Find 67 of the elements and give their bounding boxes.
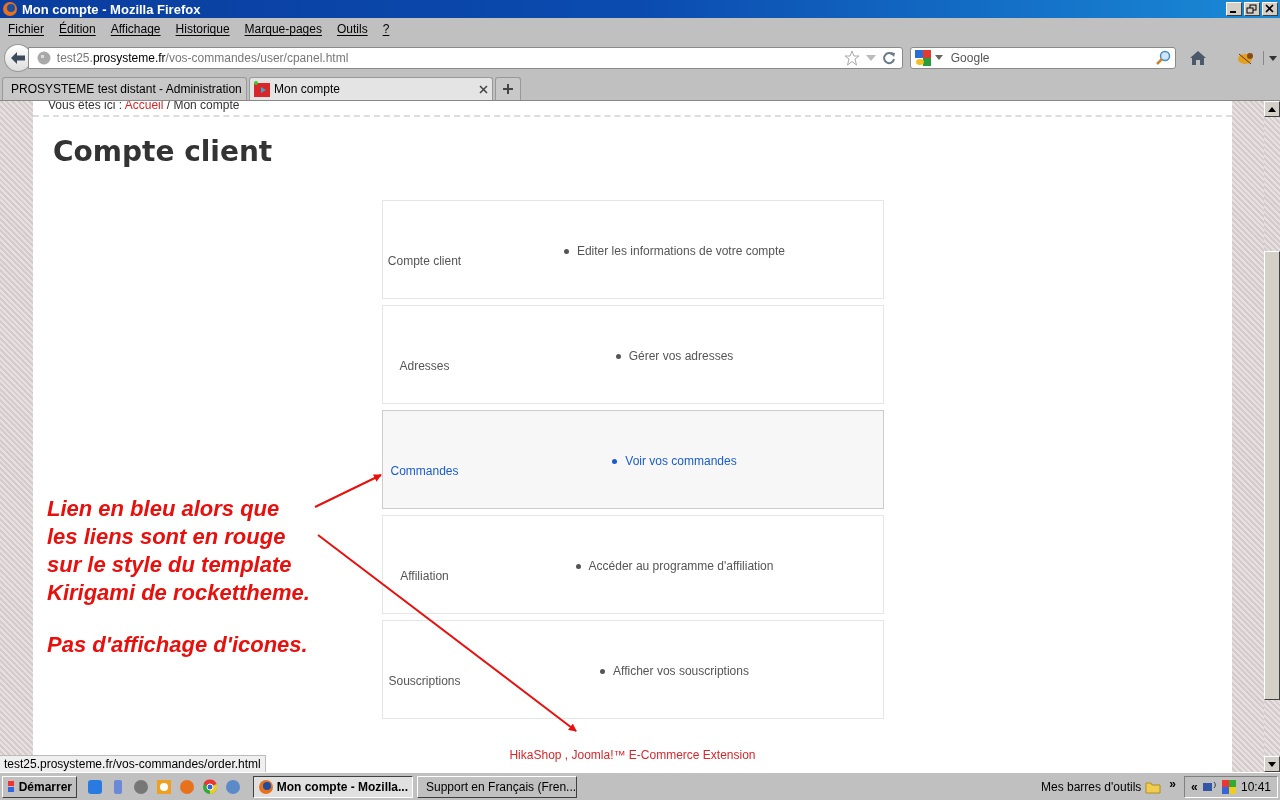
start-button[interactable]: Démarrer (2, 775, 77, 798)
card-label[interactable]: Souscriptions (388, 674, 461, 718)
tray-chevron[interactable]: « (1191, 779, 1198, 794)
minimize-button[interactable] (1226, 2, 1242, 16)
caret-icon[interactable] (934, 55, 943, 61)
account-link[interactable]: Voir vos commandes (612, 454, 737, 469)
back-arrow-icon (9, 51, 26, 65)
card-label[interactable]: Affiliation (400, 569, 449, 613)
card-label[interactable]: Commandes (390, 464, 459, 508)
menu-item[interactable]: ? (382, 22, 390, 36)
scroll-down-button[interactable] (1264, 756, 1280, 772)
mail-app-icon[interactable] (156, 778, 172, 795)
windows-logo-icon (7, 779, 15, 794)
menu-item[interactable]: Historique (175, 22, 230, 36)
site-icon (254, 81, 270, 97)
dropdown-arrow-icon[interactable] (1263, 51, 1280, 65)
scrollbar-thumb[interactable] (1264, 251, 1280, 700)
clock: 10:41 (1240, 779, 1271, 794)
minimize-icon (1230, 11, 1236, 13)
search-placeholder: Google (950, 51, 991, 65)
restore-button[interactable] (1244, 2, 1260, 16)
account-link[interactable]: Accéder au programme d'affiliation (575, 559, 774, 574)
down-arrow-icon (1268, 761, 1276, 767)
menu-item[interactable]: Outils (336, 22, 368, 36)
scroll-up-button[interactable] (1264, 101, 1280, 117)
address-field[interactable]: test25.prosysteme.fr/vos-commandes/user/cpanel.html (27, 47, 903, 69)
menu-item[interactable]: Édition (59, 22, 96, 36)
card-label[interactable]: Adresses (399, 359, 450, 403)
toolbar-chevron[interactable]: » (1169, 776, 1176, 791)
card-label[interactable]: Compte client (387, 254, 462, 298)
taskbar-button[interactable]: Support en Français (Fren... (417, 775, 577, 798)
search-engine-icon (914, 50, 931, 66)
search-field[interactable]: Google (909, 47, 1177, 69)
annotation-text: Pas d'affichage d'icones. (47, 631, 308, 659)
taskbar-button[interactable]: Mon compte - Mozilla... (253, 775, 413, 798)
up-arrow-icon (1268, 106, 1276, 112)
footer-link[interactable]: HikaShop , Joomla!™ E-Commerce Extension (509, 748, 756, 762)
close-button[interactable] (1262, 2, 1278, 16)
close-icon[interactable] (479, 84, 488, 94)
account-link[interactable]: Editer les informations de votre compte (563, 244, 786, 259)
page-title: Compte client (53, 135, 274, 169)
status-url: test25.prosysteme.fr/vos-commandes/order.html (0, 755, 266, 772)
account-link[interactable]: Gérer vos adresses (615, 349, 734, 364)
home-icon[interactable] (1189, 50, 1208, 66)
restore-icon (1245, 3, 1259, 15)
window-title: Mon compte - Mozilla Firefox (22, 1, 202, 17)
breadcrumb: Vous êtes ici : Accueil / Mon compte (48, 101, 240, 112)
disc-icon[interactable] (133, 778, 149, 795)
annotation-arrow (314, 474, 382, 508)
antivirus-icon[interactable] (1221, 778, 1237, 795)
plus-icon (502, 83, 514, 95)
account-link[interactable]: Afficher vos souscriptions (600, 664, 749, 679)
close-icon (1263, 3, 1277, 15)
reload-icon[interactable] (881, 51, 896, 65)
annotation-text: Lien en bleu alors que les liens sont en rouge sur le style du template Kirigami de rockettheme. (47, 495, 310, 607)
browser-tab[interactable]: Mon compte (249, 77, 493, 100)
star-icon[interactable] (843, 50, 860, 66)
bug-icon[interactable] (1235, 50, 1256, 66)
browser-tab[interactable]: PROSYSTEME test distant - Administration (2, 77, 247, 100)
chrome-icon[interactable] (202, 778, 218, 795)
search-icon[interactable] (1155, 50, 1172, 66)
menu-item[interactable]: Affichage (110, 22, 161, 36)
toolbar-label: Mes barres d'outils (1040, 779, 1142, 794)
globe-icon (36, 51, 51, 65)
new-tab-button[interactable] (495, 77, 521, 100)
menu-item[interactable]: Fichier (8, 22, 44, 36)
menu-item[interactable]: Marque-pages (244, 22, 322, 36)
